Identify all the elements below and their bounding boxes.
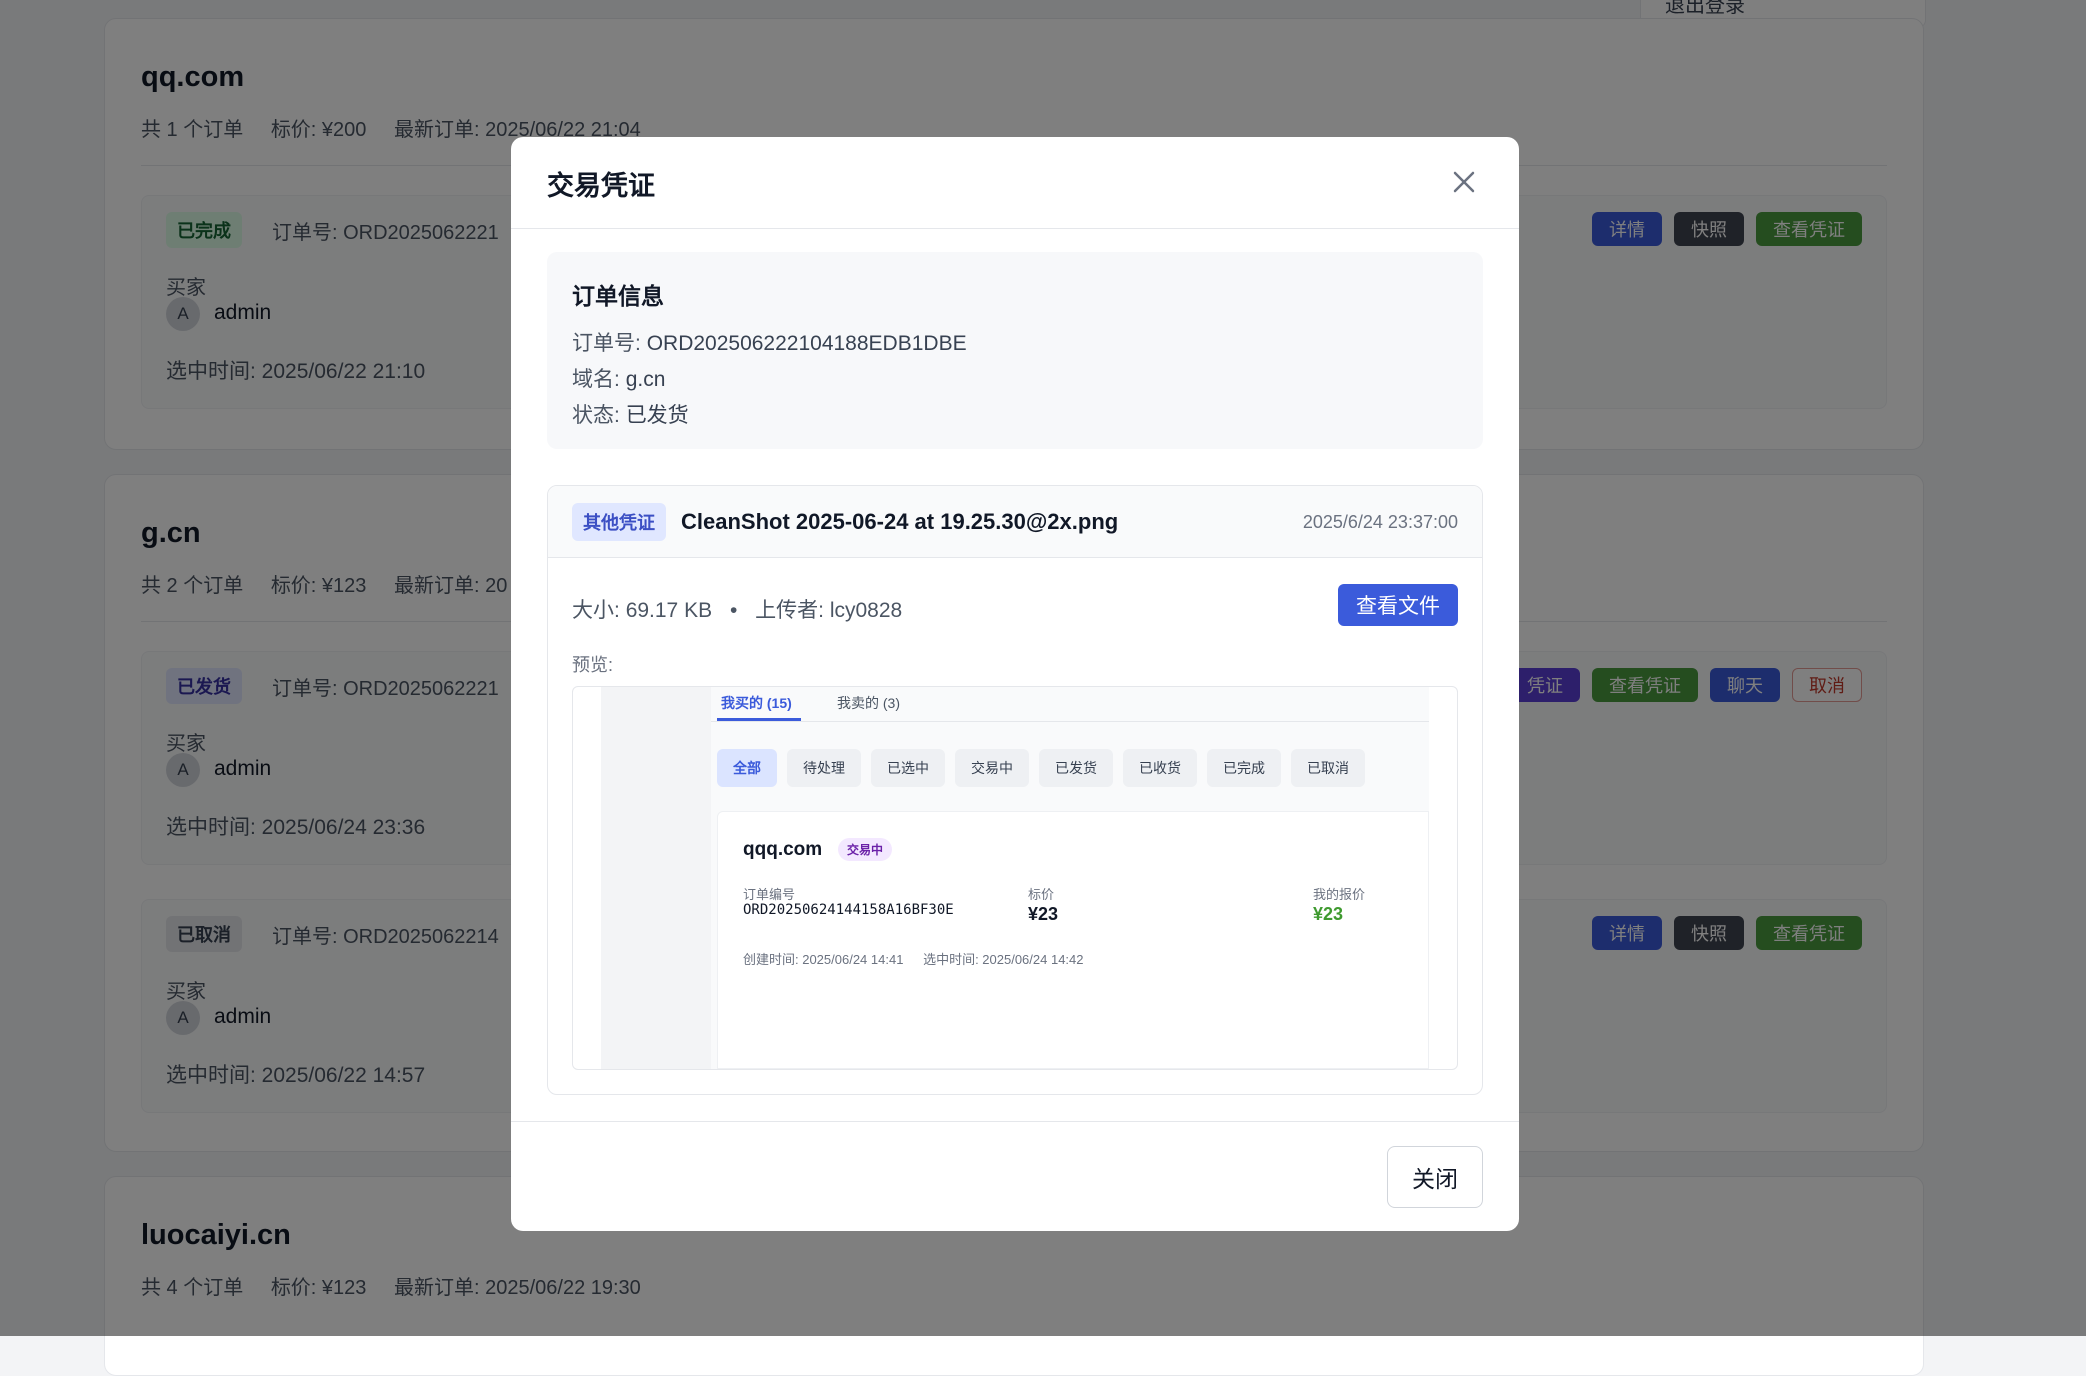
preview-status-badge: 交易中 [838,838,893,861]
preview-filter-chip: 已收货 [1123,749,1197,787]
order-number-value: ORD202506222104188EDB1DBE [646,332,967,355]
modal-title: 交易凭证 [547,171,655,201]
preview-selected-time: 选中时间: 2025/06/24 14:42 [923,952,1084,967]
uploader-label: 上传者: [755,599,824,622]
domain-row: 域名: g.cn [572,363,665,393]
preview-times: 创建时间: 2025/06/24 14:41 选中时间: 2025/06/24 … [743,949,1100,968]
close-button[interactable]: 关闭 [1387,1146,1483,1208]
status-row: 状态: 已发货 [572,399,689,429]
preview-filter-chip: 待处理 [787,749,861,787]
preview-filters: 全部 待处理 已选中 交易中 已发货 已收货 已完成 已取消 [717,749,1365,787]
preview-price-label: 标价 [1028,887,1055,902]
status-label: 状态: [572,404,620,427]
order-number-label: 订单号: [572,332,641,355]
preview-filter-chip: 全部 [717,749,777,787]
preview-created-time: 创建时间: 2025/06/24 14:41 [743,952,904,967]
size-label: 大小: [572,599,620,622]
preview-tab-underline [717,718,801,721]
preview-tab-sold: 我卖的 (3) [837,695,900,711]
file-name: CleanShot 2025-06-24 at 19.25.30@2x.png [681,509,1119,534]
size-value: 69.17 KB [625,599,713,622]
preview-order-no-label: 订单编号 [743,887,796,902]
preview-label: 预览: [572,655,614,675]
status-value: 已发货 [625,404,689,427]
preview-price: ¥23 [1028,904,1059,924]
preview-offer: ¥23 [1313,904,1344,924]
view-file-button[interactable]: 查看文件 [1338,584,1458,626]
modal-header: 交易凭证 [511,137,1519,229]
voucher-file-card: 其他凭证 CleanShot 2025-06-24 at 19.25.30@2x… [547,485,1483,1095]
preview-tab-bought: 我买的 (15) [721,695,792,711]
preview-filter-chip: 已完成 [1207,749,1281,787]
preview-filter-chip: 交易中 [955,749,1029,787]
preview-tabs: 我买的 (15) 我卖的 (3) [711,687,1429,722]
image-preview[interactable]: 我买的 (15) 我卖的 (3) 全部 待处理 已选中 交易中 已发货 已收货 … [572,686,1458,1070]
preview-sidebar [601,687,711,1069]
meta-separator: • [729,599,738,622]
voucher-file-header: 其他凭证 CleanShot 2025-06-24 at 19.25.30@2x… [548,486,1482,558]
close-icon[interactable] [1447,165,1481,199]
voucher-type-badge: 其他凭证 [572,503,666,541]
order-info-title: 订单信息 [572,283,664,309]
order-number-row: 订单号: ORD202506222104188EDB1DBE [572,327,967,357]
modal-footer: 关闭 [511,1121,1519,1231]
order-info-panel: 订单信息 订单号: ORD202506222104188EDB1DBE 域名: … [547,252,1483,449]
file-meta: 大小: 69.17 KB • 上传者: lcy0828 [572,594,902,624]
preview-filter-chip: 已发货 [1039,749,1113,787]
domain-value: g.cn [625,368,666,391]
preview-filter-chip: 已选中 [871,749,945,787]
preview-order-no: ORD20250624144158A16BF30E [743,902,954,918]
preview-domain: qqq.com [743,839,823,860]
preview-filter-chip: 已取消 [1291,749,1365,787]
voucher-modal: 交易凭证 订单信息 订单号: ORD202506222104188EDB1DBE… [511,137,1519,1231]
preview-offer-label: 我的报价 [1313,887,1366,902]
uploader-value: lcy0828 [829,599,903,622]
upload-time: 2025/6/24 23:37:00 [1302,512,1458,532]
preview-main: 我买的 (15) 我卖的 (3) 全部 待处理 已选中 交易中 已发货 已收货 … [711,687,1429,1069]
domain-label: 域名: [572,368,620,391]
preview-order-card: qqq.com 交易中 订单编号 ORD20250624144158A16BF3… [717,811,1429,1069]
